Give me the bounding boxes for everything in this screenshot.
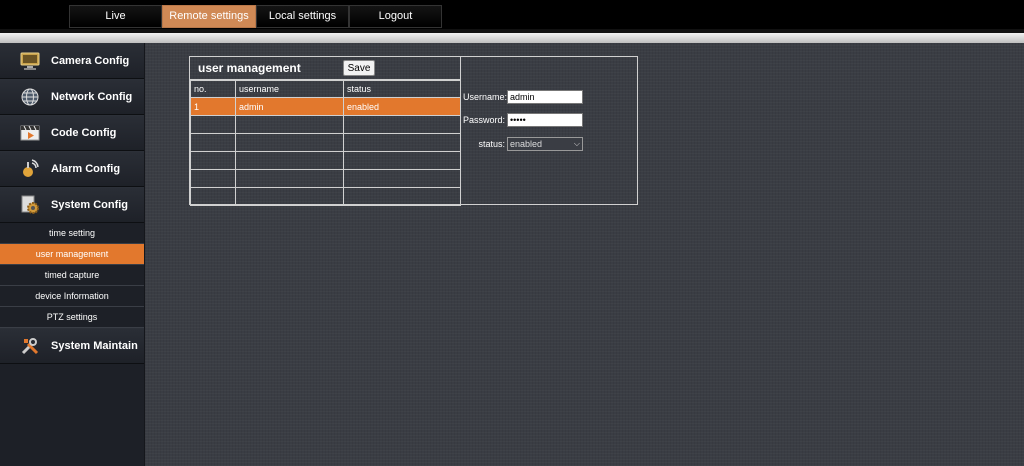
sidebar-item-camera-config[interactable]: Camera Config bbox=[0, 43, 144, 79]
column-header-username: username bbox=[235, 80, 344, 98]
sidebar-item-label: Camera Config bbox=[51, 55, 130, 67]
sidebar-item-network-config[interactable]: Network Config bbox=[0, 79, 144, 115]
subitem-user-management[interactable]: user management bbox=[0, 244, 144, 265]
status-label: status: bbox=[478, 139, 505, 149]
table-row[interactable] bbox=[190, 133, 461, 152]
subitem-ptz-settings[interactable]: PTZ settings bbox=[0, 307, 144, 328]
sidebar-item-label: Code Config bbox=[51, 127, 117, 139]
sidebar-item-label: Alarm Config bbox=[51, 163, 121, 175]
subitem-device-information[interactable]: device Information bbox=[0, 286, 144, 307]
table-cell: admin bbox=[235, 97, 344, 116]
status-select[interactable]: enabled ⌵ bbox=[507, 137, 583, 151]
tools-icon bbox=[20, 336, 40, 356]
tab-local-settings[interactable]: Local settings bbox=[256, 5, 349, 28]
panel-title: user management bbox=[198, 61, 301, 75]
password-label: Password: bbox=[463, 115, 506, 125]
password-row: Password: ••••• bbox=[461, 113, 637, 127]
column-header-status: status bbox=[343, 80, 461, 98]
password-field[interactable]: ••••• bbox=[507, 113, 583, 127]
sidebar-item-code-config[interactable]: Code Config bbox=[0, 115, 144, 151]
username-label: Username: bbox=[463, 92, 508, 102]
table-cell bbox=[235, 133, 344, 152]
table-cell bbox=[343, 187, 461, 206]
main-content: user management Save no. username status… bbox=[145, 43, 1024, 466]
table-cell bbox=[190, 169, 236, 188]
table-cell bbox=[235, 187, 344, 206]
panel-header: user management Save bbox=[190, 57, 460, 80]
tab-logout[interactable]: Logout bbox=[349, 5, 442, 28]
table-cell bbox=[343, 151, 461, 170]
sidebar-item-label: System Config bbox=[51, 199, 129, 211]
save-button[interactable]: Save bbox=[343, 60, 375, 76]
sidebar-item-system-config[interactable]: System Config bbox=[0, 187, 144, 223]
sidebar-item-label: System Maintain bbox=[51, 340, 138, 352]
film-icon bbox=[20, 123, 40, 143]
alarm-icon bbox=[20, 159, 40, 179]
table-cell bbox=[190, 115, 236, 134]
table-cell bbox=[190, 133, 236, 152]
column-header-no: no. bbox=[190, 80, 236, 98]
username-field[interactable]: admin bbox=[507, 90, 583, 104]
table-cell bbox=[343, 115, 461, 134]
table-row[interactable]: 1 admin enabled bbox=[190, 97, 461, 116]
user-edit-form: Username: admin Password: ••••• status: … bbox=[460, 57, 637, 204]
table-cell bbox=[190, 187, 236, 206]
table-row[interactable] bbox=[190, 187, 461, 206]
status-select-value: enabled bbox=[510, 139, 543, 149]
table-cell bbox=[235, 151, 344, 170]
subitem-timed-capture[interactable]: timed capture bbox=[0, 265, 144, 286]
gear-icon bbox=[20, 195, 40, 215]
top-navigation-bar: Live Remote settings Local settings Logo… bbox=[0, 0, 1024, 29]
table-cell bbox=[235, 115, 344, 134]
users-table: no. username status 1 admin enabled bbox=[190, 80, 461, 206]
table-header-row: no. username status bbox=[190, 80, 461, 98]
table-row[interactable] bbox=[190, 169, 461, 188]
chevron-down-icon: ⌵ bbox=[573, 139, 580, 148]
table-cell bbox=[235, 169, 344, 188]
globe-icon bbox=[20, 87, 40, 107]
status-row: status: enabled ⌵ bbox=[461, 137, 637, 151]
sidebar: Camera Config Network Config Code Config… bbox=[0, 43, 145, 466]
table-cell bbox=[190, 151, 236, 170]
monitor-icon bbox=[20, 51, 40, 71]
table-cell: 1 bbox=[190, 97, 236, 116]
table-cell bbox=[343, 169, 461, 188]
table-cell: enabled bbox=[343, 97, 461, 116]
table-row[interactable] bbox=[190, 115, 461, 134]
table-row[interactable] bbox=[190, 151, 461, 170]
sidebar-item-system-maintain[interactable]: System Maintain bbox=[0, 328, 144, 364]
username-row: Username: admin bbox=[461, 90, 637, 104]
tab-remote-settings[interactable]: Remote settings bbox=[162, 5, 256, 28]
tab-live[interactable]: Live bbox=[69, 5, 162, 28]
table-cell bbox=[343, 133, 461, 152]
sidebar-item-alarm-config[interactable]: Alarm Config bbox=[0, 151, 144, 187]
main-nav: Live Remote settings Local settings Logo… bbox=[69, 5, 442, 28]
sidebar-item-label: Network Config bbox=[51, 91, 133, 103]
user-management-panel: user management Save no. username status… bbox=[189, 56, 638, 206]
subitem-time-setting[interactable]: time setting bbox=[0, 223, 144, 244]
header-divider bbox=[0, 33, 1024, 43]
